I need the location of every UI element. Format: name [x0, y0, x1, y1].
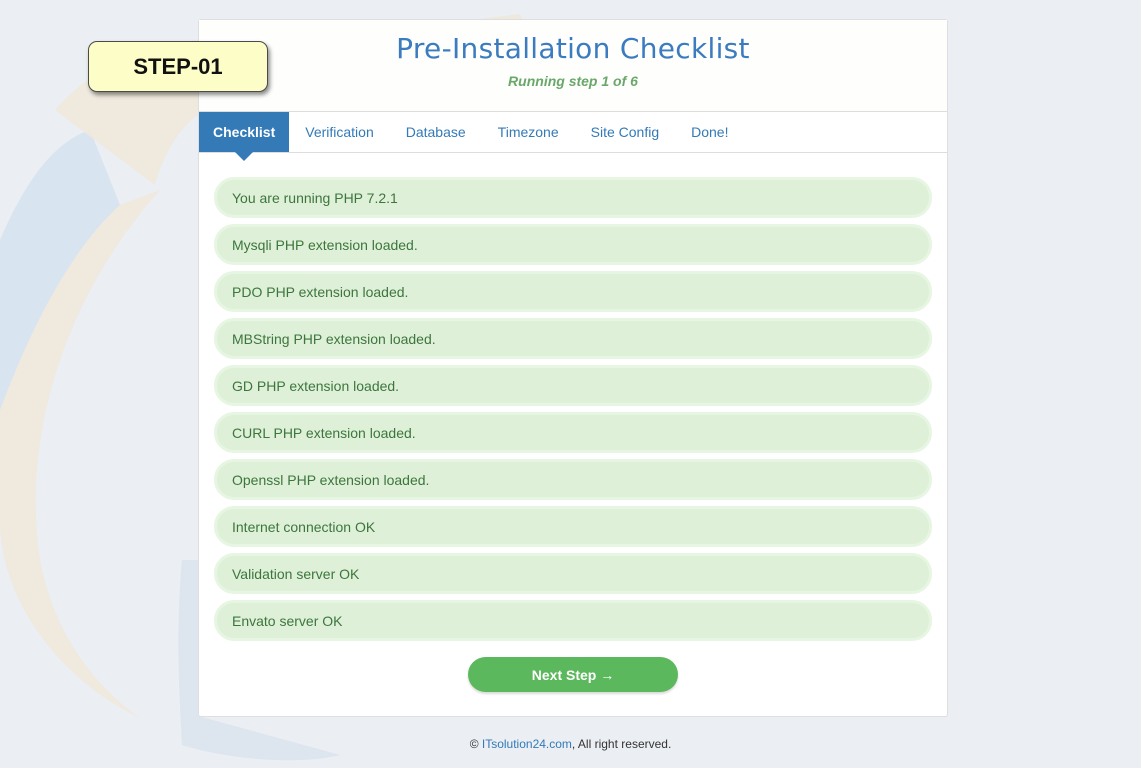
- check-item-pdo: PDO PHP extension loaded.: [214, 271, 932, 312]
- tab-verification[interactable]: Verification: [289, 112, 389, 152]
- tab-checklist[interactable]: Checklist: [199, 112, 290, 161]
- tab-database[interactable]: Database: [390, 112, 482, 152]
- page-title: Pre-Installation Checklist: [396, 32, 750, 65]
- footer-rights-text: , All right reserved.: [571, 737, 672, 751]
- panel-header: Pre-Installation Checklist Running step …: [199, 20, 947, 112]
- check-item-validation-server: Validation server OK: [214, 553, 932, 594]
- check-item-php-version: You are running PHP 7.2.1: [214, 177, 932, 218]
- check-item-mysqli: Mysqli PHP extension loaded.: [214, 224, 932, 265]
- step-progress-text: Running step 1 of 6: [508, 73, 638, 89]
- tab-site-config[interactable]: Site Config: [575, 112, 675, 152]
- check-item-openssl: Openssl PHP extension loaded.: [214, 459, 932, 500]
- footer-site-link[interactable]: ITsolution24.com: [482, 737, 572, 751]
- tab-done[interactable]: Done!: [675, 112, 744, 152]
- requirements-checklist: You are running PHP 7.2.1 Mysqli PHP ext…: [214, 177, 932, 647]
- tab-timezone[interactable]: Timezone: [482, 112, 575, 152]
- installer-panel: Pre-Installation Checklist Running step …: [198, 19, 948, 717]
- copyright-symbol: ©: [469, 737, 479, 751]
- next-step-button[interactable]: Next Step →: [468, 657, 678, 692]
- check-item-internet: Internet connection OK: [214, 506, 932, 547]
- check-item-curl: CURL PHP extension loaded.: [214, 412, 932, 453]
- step-badge-label: STEP-01: [133, 53, 223, 79]
- footer: © ITsolution24.com, All right reserved.: [0, 737, 1141, 751]
- wizard-tabs: Checklist Verification Database Timezone…: [199, 112, 947, 161]
- check-item-gd: GD PHP extension loaded.: [214, 365, 932, 406]
- check-item-mbstring: MBString PHP extension loaded.: [214, 318, 932, 359]
- step-badge: STEP-01: [88, 41, 268, 92]
- check-item-envato-server: Envato server OK: [214, 600, 932, 641]
